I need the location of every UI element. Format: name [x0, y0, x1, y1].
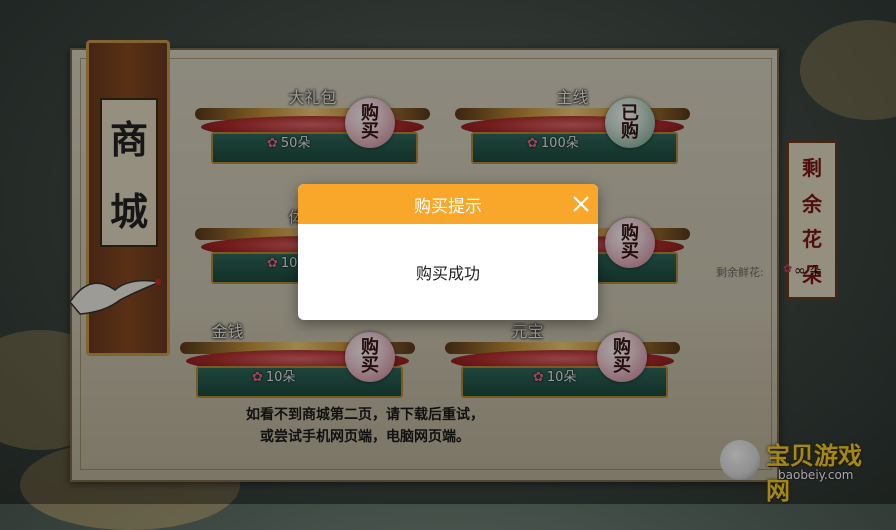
purchase-dialog: 购买提示 购买成功	[298, 184, 598, 320]
dialog-message: 购买成功	[415, 264, 480, 283]
close-icon[interactable]	[570, 193, 592, 215]
dialog-body: 购买成功	[298, 224, 598, 320]
dialog-header: 购买提示	[298, 184, 598, 224]
dialog-title: 购买提示	[414, 196, 482, 217]
